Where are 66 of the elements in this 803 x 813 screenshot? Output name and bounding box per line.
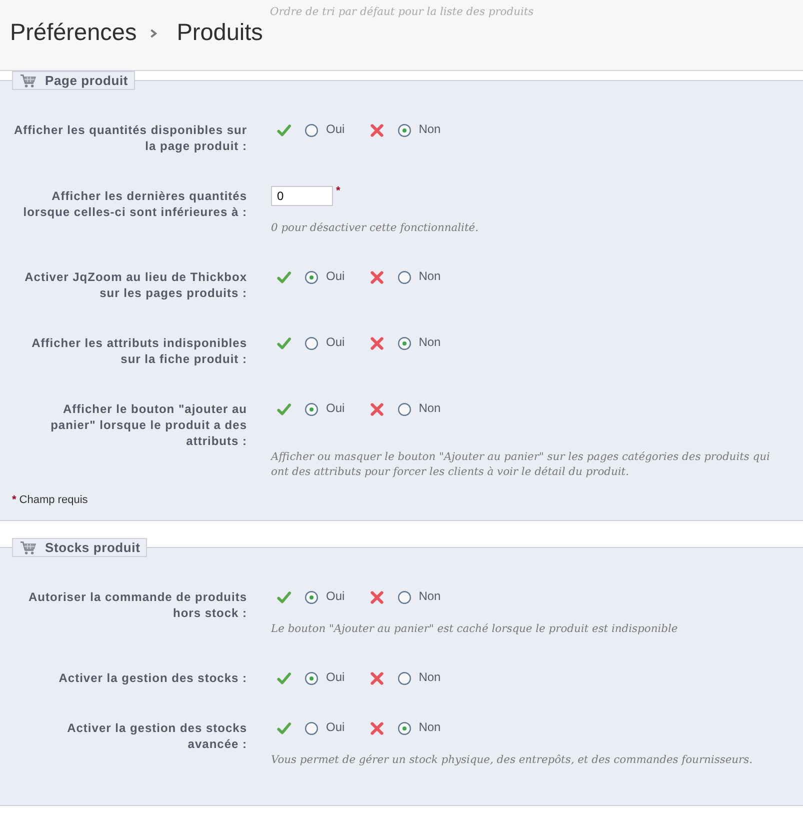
option-label[interactable]: Non [418,720,441,734]
section-title: Stocks produit [45,540,140,555]
option-label[interactable]: Oui [326,334,345,348]
option-label[interactable]: Oui [326,720,345,734]
field-label: Activer la gestion des stocks : [58,670,247,686]
radio-button[interactable] [305,270,318,284]
help-text: 0 pour désactiver cette fonctionnalité. [271,220,480,235]
field-label: Afficher les attributs indisponibles sur la fiche produit : [30,335,247,367]
radio-button[interactable] [398,672,411,684]
faded-text: Ordre de tri par défaut pour la liste des produits [270,5,534,18]
radio-button[interactable] [305,672,318,684]
option-label[interactable]: Oui [326,588,345,602]
check-icon [277,270,291,284]
option-label[interactable]: Non [418,588,441,602]
field-label: Activer la gestion des stocks avancée : [66,720,247,752]
breadcrumb-item[interactable]: Préférences [10,18,137,46]
option-label[interactable]: Non [418,122,441,136]
check-icon [277,590,291,604]
cross-icon [370,270,384,284]
option-label[interactable]: Oui [326,122,345,136]
check-icon [277,336,291,350]
radio-button[interactable] [305,336,318,350]
radio-button[interactable] [305,722,318,734]
footnote-text: Champ requis [19,493,88,507]
chevron-right-icon [150,28,157,38]
cross-icon [370,722,384,734]
help-text: Vous permet de gérer un stock physique, des entrepôts, et des commandes fournisseurs. [271,752,754,767]
help-text: Afficher ou masquer le bouton "Ajouter au panier" sur les pages catégories des produits qui ont des attributs pour forcer les clients à voir le détail du produit. [271,449,771,479]
cart-icon [20,74,36,88]
field-label: Afficher les dernières quantités lorsque celles-ci sont inférieures à : [22,188,247,220]
cross-icon [370,124,384,136]
check-icon [277,124,291,136]
option-label[interactable]: Non [418,334,441,348]
field-label: Autoriser la commande de produits hors stock : [27,589,247,621]
check-icon [277,672,291,684]
radio-button[interactable] [398,590,411,604]
option-label[interactable]: Non [418,400,441,414]
radio-button[interactable] [398,402,411,416]
option-label[interactable]: Oui [326,400,345,414]
radio-button[interactable] [398,270,411,284]
required-mark: * [336,186,340,197]
field-label: Activer JqZoom au lieu de Thickbox sur les pages produits : [24,269,247,301]
section-title: Page produit [45,73,128,88]
cart-icon [20,540,36,554]
check-icon [277,402,291,416]
check-icon [277,722,291,734]
field-label: Afficher les quantités disponibles sur la page produit : [12,122,247,154]
breadcrumb-item: Produits [176,18,263,46]
cross-icon [370,590,384,604]
cross-icon [370,402,384,416]
radio-button[interactable] [398,336,411,350]
cross-icon [370,672,384,684]
radio-button[interactable] [305,402,318,416]
option-label[interactable]: Non [418,670,441,684]
help-text: Le bouton "Ajouter au panier" est caché lorsque le produit est indisponible [271,621,679,636]
option-label[interactable]: Oui [326,268,345,282]
cross-icon [370,336,384,350]
option-label[interactable]: Oui [326,670,345,684]
required-mark: * [12,493,16,507]
number-input[interactable]: 0 [271,186,333,206]
radio-button[interactable] [305,124,318,136]
radio-button[interactable] [398,722,411,734]
radio-button[interactable] [398,124,411,136]
radio-button[interactable] [305,590,318,604]
field-label: Afficher le bouton "ajouter au panier" lorsque le produit a des attributs : [50,401,247,449]
option-label[interactable]: Non [418,268,441,282]
